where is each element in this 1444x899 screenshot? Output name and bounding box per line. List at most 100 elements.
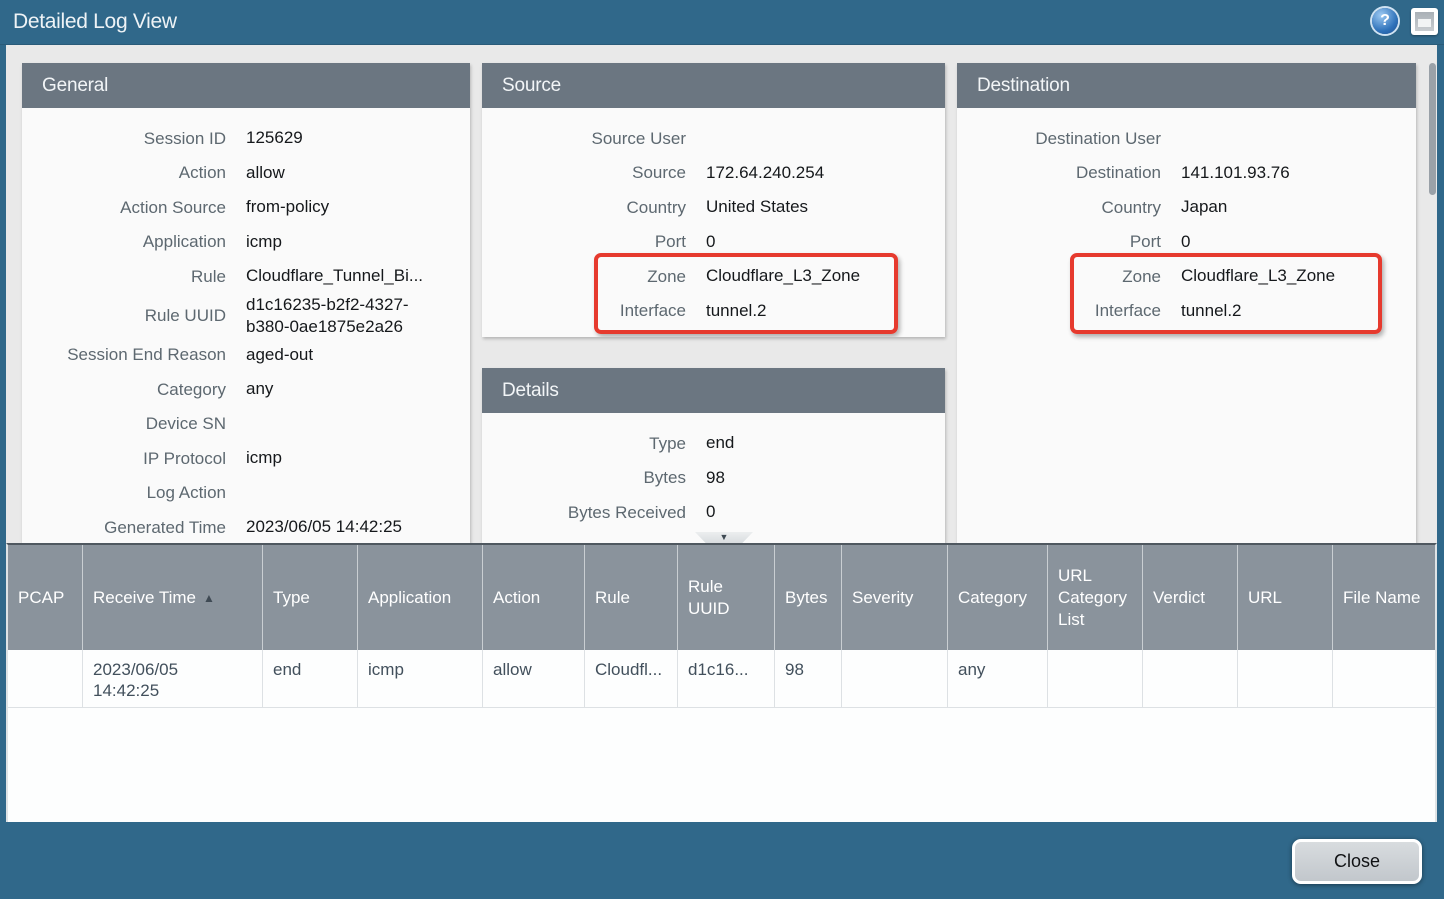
col-header-severity[interactable]: Severity — [842, 545, 948, 650]
field-label: Source — [482, 162, 686, 183]
general-panel-header: General — [22, 63, 470, 108]
restore-window-icon-band — [1418, 19, 1431, 27]
field-value: allow — [246, 162, 470, 184]
rule-uuid-row: Rule UUID d1c16235-b2f2-4327-b380-0ae187… — [22, 294, 470, 338]
field-value: United States — [706, 196, 945, 218]
field-value: 98 — [706, 467, 945, 489]
field-label: Action Source — [22, 197, 226, 218]
source-country-row: Country United States — [482, 190, 945, 225]
field-label: Session End Reason — [22, 344, 226, 365]
field-value: 141.101.93.76 — [1181, 162, 1416, 184]
titlebar: Detailed Log View ? — [0, 0, 1444, 45]
field-label: Log Action — [22, 482, 226, 503]
col-header-verdict[interactable]: Verdict — [1143, 545, 1238, 650]
details-panel: Details Type end Bytes 98 Bytes Received… — [482, 368, 945, 543]
restore-window-icon[interactable] — [1411, 8, 1438, 35]
field-value: tunnel.2 — [1181, 300, 1416, 322]
source-user-row: Source User — [482, 121, 945, 156]
field-label: Type — [482, 433, 686, 454]
application-row: Application icmp — [22, 225, 470, 260]
vertical-scrollbar-thumb[interactable] — [1429, 63, 1436, 195]
field-label: Zone — [482, 266, 686, 287]
source-zone-row: Zone Cloudflare_L3_Zone — [482, 259, 945, 294]
field-value: d1c16235-b2f2-4327-b380-0ae1875e2a26 — [246, 294, 470, 338]
destination-country-row: Country Japan — [957, 190, 1416, 225]
field-label: Country — [957, 197, 1161, 218]
field-label: Source User — [482, 128, 686, 149]
field-label: Destination User — [957, 128, 1161, 149]
field-label: IP Protocol — [22, 448, 226, 469]
field-value: any — [246, 378, 470, 400]
field-value: 0 — [1181, 231, 1416, 253]
destination-user-row: Destination User — [957, 121, 1416, 156]
col-header-bytes[interactable]: Bytes — [775, 545, 842, 650]
field-label: Bytes — [482, 467, 686, 488]
bytes-row: Bytes 98 — [482, 461, 945, 496]
action-source-row: Action Source from-policy — [22, 190, 470, 225]
field-label: Bytes Received — [482, 502, 686, 523]
field-label: Device SN — [22, 413, 226, 434]
col-header-application[interactable]: Application — [358, 545, 483, 650]
session-id-row: Session ID 125629 — [22, 121, 470, 156]
source-ip-row: Source 172.64.240.254 — [482, 156, 945, 191]
close-button[interactable]: Close — [1292, 839, 1422, 884]
ip-protocol-row: IP Protocol icmp — [22, 441, 470, 476]
field-value: aged-out — [246, 344, 470, 366]
col-header-category[interactable]: Category — [948, 545, 1048, 650]
field-label: Session ID — [22, 128, 226, 149]
general-panel-body: Session ID 125629 Action allow Action So… — [22, 108, 470, 543]
field-label: Country — [482, 197, 686, 218]
destination-panel-header: Destination — [957, 63, 1416, 108]
field-label: Interface — [482, 300, 686, 321]
cell-pcap — [8, 650, 83, 708]
field-value: from-policy — [246, 196, 470, 218]
log-action-row: Log Action — [22, 476, 470, 511]
col-header-action[interactable]: Action — [483, 545, 585, 650]
field-label: Rule — [22, 266, 226, 287]
bytes-received-row: Bytes Received 0 — [482, 495, 945, 530]
col-header-rule-uuid[interactable]: Rule UUID — [678, 545, 775, 650]
field-value: 2023/06/05 14:42:25 — [246, 516, 470, 538]
general-panel: General Session ID 125629 Action allow A… — [22, 63, 470, 543]
category-row: Category any — [22, 372, 470, 407]
detailed-log-view-dialog: Detailed Log View ? General Session ID 1… — [0, 0, 1444, 899]
cell-severity — [842, 650, 948, 708]
field-label: Interface — [957, 300, 1161, 321]
help-icon[interactable]: ? — [1372, 8, 1398, 34]
cell-type: end — [263, 650, 358, 708]
col-header-rule[interactable]: Rule — [585, 545, 678, 650]
col-header-pcap[interactable]: PCAP — [8, 545, 83, 650]
details-panel-body: Type end Bytes 98 Bytes Received 0 — [482, 413, 945, 543]
log-table-header: PCAP Receive Time ▲ Type Application Act… — [8, 545, 1435, 650]
field-value: Cloudflare_L3_Zone — [1181, 265, 1416, 287]
destination-panel-body: Destination User Destination 141.101.93.… — [957, 108, 1416, 543]
cell-rule: Cloudfl... — [585, 650, 678, 708]
action-row: Action allow — [22, 156, 470, 191]
field-value: icmp — [246, 447, 470, 469]
chevron-down-icon: ▼ — [695, 532, 753, 542]
field-value: Cloudflare_L3_Zone — [706, 265, 945, 287]
source-panel-header: Source — [482, 63, 945, 108]
cell-rule-uuid: d1c16... — [678, 650, 775, 708]
sort-asc-icon: ▲ — [203, 587, 215, 609]
source-panel: Source Source User Source 172.64.240.254… — [482, 63, 945, 337]
destination-ip-row: Destination 141.101.93.76 — [957, 156, 1416, 191]
destination-zone-row: Zone Cloudflare_L3_Zone — [957, 259, 1416, 294]
generated-time-row: Generated Time 2023/06/05 14:42:25 — [22, 510, 470, 543]
field-value: end — [706, 432, 945, 454]
col-header-type[interactable]: Type — [263, 545, 358, 650]
cell-url-category-list — [1048, 650, 1143, 708]
col-header-url[interactable]: URL — [1238, 545, 1333, 650]
col-header-url-category-list[interactable]: URL Category List — [1048, 545, 1143, 650]
cell-category: any — [948, 650, 1048, 708]
log-table-row[interactable]: 2023/06/05 14:42:25 end icmp allow Cloud… — [8, 650, 1435, 708]
source-panel-body: Source User Source 172.64.240.254 Countr… — [482, 108, 945, 337]
dialog-title: Detailed Log View — [13, 10, 177, 34]
field-label: Zone — [957, 266, 1161, 287]
col-header-receive-time[interactable]: Receive Time ▲ — [83, 545, 263, 650]
col-header-file-name[interactable]: File Name — [1333, 545, 1437, 650]
field-label: Application — [22, 231, 226, 252]
cell-verdict — [1143, 650, 1238, 708]
field-value: Cloudflare_Tunnel_Bi... — [246, 265, 470, 287]
field-label: Port — [957, 231, 1161, 252]
